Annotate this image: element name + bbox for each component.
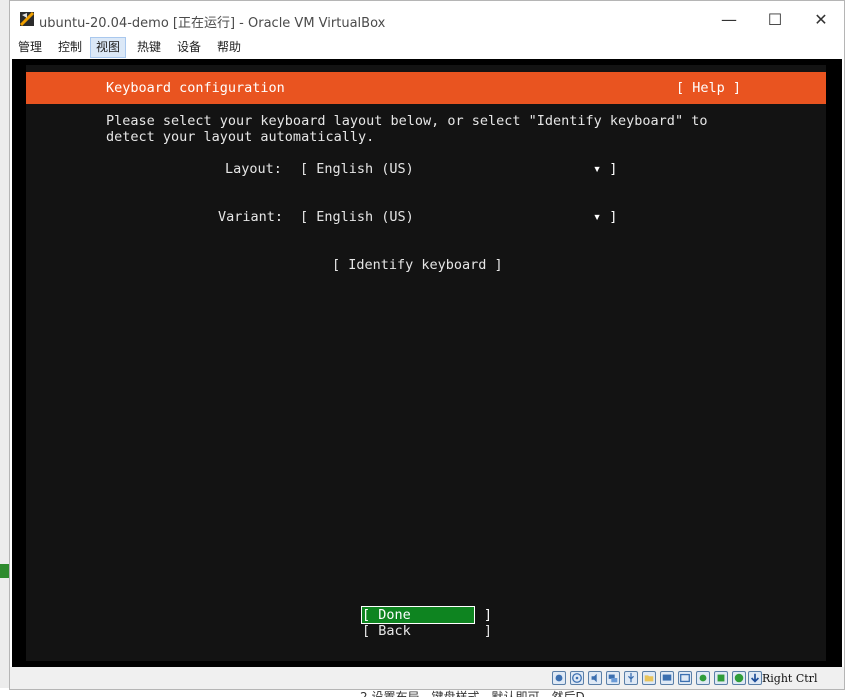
layout-dropdown[interactable]: [ English (US) (300, 161, 414, 177)
menu-item-manage[interactable]: 管理 (13, 37, 47, 58)
close-button[interactable]: ✕ (798, 1, 844, 37)
status-bar: Right Ctrl (10, 667, 844, 689)
help-button[interactable]: [ Help ] (676, 80, 741, 96)
virtualbox-window: ubuntu-20.04-demo [正在运行] - Oracle VM Vir… (9, 0, 845, 690)
vm-display-area[interactable]: Keyboard configuration [ Help ] Please s… (12, 59, 842, 667)
keyboard-capture-icon[interactable] (748, 671, 762, 685)
minimize-button[interactable]: — (706, 1, 752, 37)
usb-icon[interactable] (624, 671, 638, 685)
audio-icon[interactable] (588, 671, 602, 685)
back-button[interactable]: [ Back ] (362, 623, 492, 639)
display-icon[interactable] (660, 671, 674, 685)
done-button[interactable]: [ Done ] (361, 606, 492, 624)
cpu-icon[interactable] (714, 671, 728, 685)
installer-header-bar: Keyboard configuration [ Help ] (26, 72, 826, 104)
video-capture-icon[interactable] (678, 671, 692, 685)
virtualbox-app-icon (19, 11, 35, 27)
layout-dropdown-arrow-icon[interactable]: ▾ ] (593, 161, 617, 177)
instructions-line-1: Please select your keyboard layout below… (106, 113, 708, 129)
hard-disk-icon[interactable] (552, 671, 566, 685)
menu-bar: 管理 控制 视图 热键 设备 帮助 (10, 37, 844, 59)
instructions-line-2: detect your layout automatically. (106, 129, 375, 145)
variant-label: Variant: (218, 209, 284, 225)
network-icon[interactable] (606, 671, 620, 685)
variant-dropdown[interactable]: [ English (US) (300, 209, 414, 225)
installer-header-title: Keyboard configuration (106, 80, 285, 96)
title-bar[interactable]: ubuntu-20.04-demo [正在运行] - Oracle VM Vir… (10, 1, 844, 37)
shared-folder-icon[interactable] (642, 671, 656, 685)
recording-icon[interactable] (696, 671, 710, 685)
optical-drive-icon[interactable] (570, 671, 584, 685)
window-title: ubuntu-20.04-demo [正在运行] - Oracle VM Vir… (39, 16, 386, 31)
menu-item-help[interactable]: 帮助 (212, 37, 246, 58)
menu-item-hotkeys[interactable]: 热键 (132, 37, 166, 58)
menu-item-view[interactable]: 视图 (90, 37, 127, 58)
menu-item-devices[interactable]: 设备 (172, 37, 206, 58)
layout-label: Layout: (225, 161, 282, 177)
variant-dropdown-arrow-icon[interactable]: ▾ ] (593, 209, 617, 225)
maximize-button[interactable]: ☐ (752, 1, 798, 37)
installer-screen: Keyboard configuration [ Help ] Please s… (26, 65, 826, 661)
menu-item-control[interactable]: 控制 (53, 37, 87, 58)
mouse-integration-icon[interactable] (732, 671, 746, 685)
host-key-label: Right Ctrl (762, 672, 818, 685)
identify-keyboard-button[interactable]: [ Identify keyboard ] (332, 257, 503, 273)
